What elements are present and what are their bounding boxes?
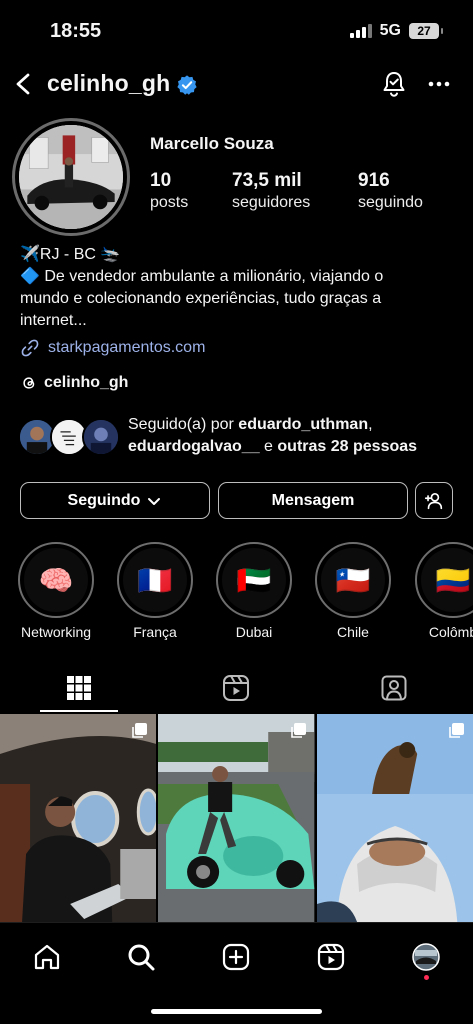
threads-icon <box>23 377 35 389</box>
bio-line-2: 🔷 De vendedor ambulante a milionário, vi… <box>20 268 384 285</box>
followers-count: 73,5 mil <box>232 170 302 191</box>
highlight-franca[interactable]: 🇫🇷 França <box>115 542 195 640</box>
add-user-icon <box>424 492 443 509</box>
threads-handle: celinho_gh <box>44 374 129 391</box>
bio-line-1: ✈️RJ - BC 🛬 <box>20 246 121 263</box>
following-stat[interactable]: 916 seguindo <box>358 170 423 212</box>
more-options-icon[interactable] <box>424 68 454 100</box>
following-button-label: Seguindo <box>67 491 141 509</box>
verified-badge-icon <box>177 75 197 95</box>
followers-stat[interactable]: 73,5 mil seguidores <box>232 170 310 212</box>
followed-by-prefix: Seguido(a) por <box>128 416 239 433</box>
mutual-user-1[interactable]: eduardo_uthman <box>238 416 368 433</box>
status-bar: 18:55 5G 27 <box>0 0 473 60</box>
highlight-label: Networking <box>20 624 92 640</box>
nav-create[interactable] <box>216 939 256 975</box>
post-thumbnail[interactable] <box>0 714 157 922</box>
highlight-label: França <box>133 624 177 640</box>
chile-flag-icon: 🇨🇱 <box>321 548 385 612</box>
bio-line-4: internet... <box>20 312 87 329</box>
highlight-colombia[interactable]: 🇨🇴 Colômb <box>413 542 473 640</box>
bio-line-3: mundo e colecionando experiências, tudo … <box>20 290 382 307</box>
home-icon <box>34 944 60 970</box>
suggest-users-button[interactable] <box>415 482 453 519</box>
tab-tagged[interactable] <box>355 664 433 712</box>
chevron-down-icon <box>148 497 161 505</box>
carousel-icon <box>290 723 306 738</box>
back-icon[interactable] <box>10 68 40 100</box>
carousel-icon <box>449 723 464 738</box>
tab-posts-grid[interactable] <box>40 664 118 712</box>
following-count: 916 <box>358 170 390 191</box>
status-time: 18:55 <box>50 20 102 42</box>
grid-icon <box>67 676 91 700</box>
reels-icon <box>317 943 345 971</box>
profile-avatar-icon <box>412 943 440 971</box>
active-tab-indicator <box>40 710 118 712</box>
notifications-bell-icon[interactable] <box>378 68 410 100</box>
nav-search[interactable] <box>121 939 161 975</box>
mutual-user-2[interactable]: eduardogalvao__ <box>128 438 260 455</box>
create-plus-icon <box>222 943 250 971</box>
network-label: 5G <box>379 22 401 39</box>
france-flag-icon: 🇫🇷 <box>123 548 187 612</box>
followed-by-text: Seguido(a) por eduardo_uthman, eduardoga… <box>128 414 458 458</box>
profile-bio: ✈️RJ - BC 🛬 🔷 De vendedor ambulante a mi… <box>20 244 460 332</box>
profile-tabs <box>0 664 473 712</box>
highlight-ring: 🇨🇴 <box>415 542 473 618</box>
nav-home[interactable] <box>27 939 67 975</box>
profile-header: celinho_gh <box>0 62 473 106</box>
followers-label: seguidores <box>232 194 311 211</box>
bio-link-text[interactable]: starkpagamentos.com <box>48 339 205 357</box>
avatar-photo <box>19 125 123 229</box>
posts-count: 10 <box>150 170 172 191</box>
followed-by-conjunction: e <box>259 438 278 455</box>
carousel-icon <box>132 723 148 738</box>
highlight-ring: 🇫🇷 <box>117 542 193 618</box>
highlight-label: Dubai <box>235 624 273 640</box>
mutual-others[interactable]: outras 28 pessoas <box>277 438 417 455</box>
followed-by-separator: , <box>368 416 373 433</box>
following-label: seguindo <box>358 194 423 211</box>
reels-icon <box>223 675 249 701</box>
post-thumbnail[interactable] <box>316 714 473 922</box>
search-icon <box>128 944 155 971</box>
highlight-ring: 🇨🇱 <box>315 542 391 618</box>
threads-badge[interactable]: celinho_gh <box>20 374 128 392</box>
message-button[interactable]: Mensagem <box>218 482 408 519</box>
profile-username: celinho_gh <box>47 70 171 96</box>
followed-by-section[interactable]: Seguido(a) por eduardo_uthman, eduardoga… <box>18 414 458 460</box>
uae-flag-icon: 🇦🇪 <box>222 548 286 612</box>
tab-reels[interactable] <box>197 664 275 712</box>
highlight-networking[interactable]: 🧠 Networking <box>16 542 96 640</box>
mutual-avatar <box>82 418 120 456</box>
tagged-person-icon <box>381 675 407 701</box>
status-indicators: 5G 27 <box>349 22 443 40</box>
highlight-ring: 🧠 <box>18 542 94 618</box>
brain-icon: 🧠 <box>24 548 88 612</box>
post-thumbnail[interactable] <box>158 714 315 922</box>
display-name: Marcello Souza <box>150 134 274 153</box>
bottom-navigation <box>0 922 473 1024</box>
message-button-label: Mensagem <box>271 491 355 509</box>
battery-icon: 27 <box>409 23 443 39</box>
bio-link[interactable]: starkpagamentos.com <box>20 338 205 358</box>
notification-dot <box>424 975 429 980</box>
colombia-flag-icon: 🇨🇴 <box>421 548 473 612</box>
signal-icon <box>349 24 372 38</box>
following-button[interactable]: Seguindo <box>20 482 210 519</box>
posts-grid <box>0 714 473 922</box>
highlight-label: Chile <box>337 624 369 640</box>
posts-label: posts <box>150 194 189 211</box>
profile-avatar[interactable] <box>12 118 130 236</box>
link-icon <box>21 339 39 357</box>
nav-reels[interactable] <box>311 939 351 975</box>
highlight-label: Colômb <box>428 624 473 640</box>
highlight-ring: 🇦🇪 <box>216 542 292 618</box>
nav-profile[interactable] <box>406 939 446 975</box>
home-indicator <box>151 1009 322 1014</box>
highlight-chile[interactable]: 🇨🇱 Chile <box>313 542 393 640</box>
highlight-dubai[interactable]: 🇦🇪 Dubai <box>214 542 294 640</box>
posts-stat[interactable]: 10 posts <box>150 170 188 212</box>
